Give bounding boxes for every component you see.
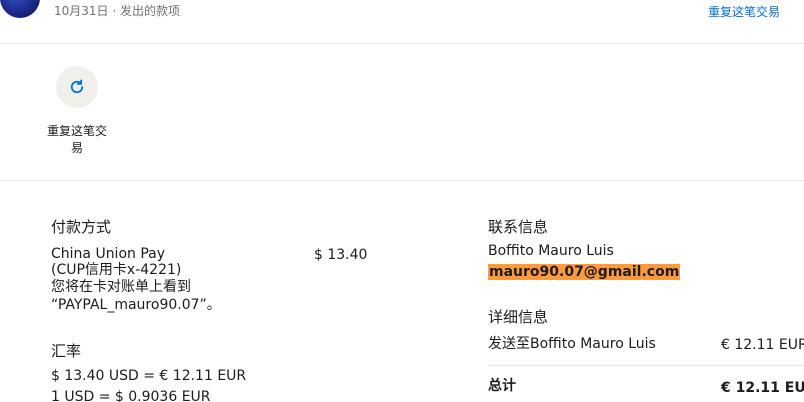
repeat-transaction-link[interactable]: 重复这笔交易 [708,3,780,20]
avatar [0,0,40,18]
payment-method-line: China Union Pay [51,246,166,262]
payment-method-title: 付款方式 [51,218,112,236]
refresh-icon [70,79,84,94]
contact-email-text: mauro90.07@gmail.com [488,264,681,280]
header-divider [0,43,804,44]
ship-amount: € 12.11 EUR [721,337,804,353]
ship-to-label: 发送至Boffito Mauro Luis [488,336,656,352]
payment-method-line: (CUP信用卡x-4221) [51,262,182,278]
repeat-action-button[interactable] [56,66,98,108]
payment-method-line: 您将在卡对账单上看到 [51,279,191,295]
exchange-rate-line: $ 13.40 USD = € 12.11 EUR [51,368,247,384]
contact-name: Boffito Mauro Luis [488,243,614,259]
contact-email[interactable]: mauro90.07@gmail.com [488,264,681,280]
payment-method-line: “PAYPAL_mauro90.07”。 [51,297,221,313]
exchange-rate-line: 1 USD = $ 0.9036 EUR [51,389,211,402]
total-amount: € 12.11 EUR [721,380,804,396]
repeat-action-label: 重复这笔交易 [46,124,107,155]
details-title: 详细信息 [488,308,549,326]
action-divider [0,180,804,181]
total-divider [488,365,804,366]
exchange-rate-title: 汇率 [51,342,82,360]
total-label: 总计 [488,378,516,394]
transaction-details-page: 10月31日 · 发出的款项 重复这笔交易 重复这笔交易 付款方式 China … [0,0,804,402]
repeat-transaction-action[interactable]: 重复这笔交易 [42,66,112,157]
contact-info-title: 联系信息 [488,218,549,236]
payment-amount: $ 13.40 [314,247,368,263]
transaction-date-label: 10月31日 · 发出的款项 [54,4,180,18]
